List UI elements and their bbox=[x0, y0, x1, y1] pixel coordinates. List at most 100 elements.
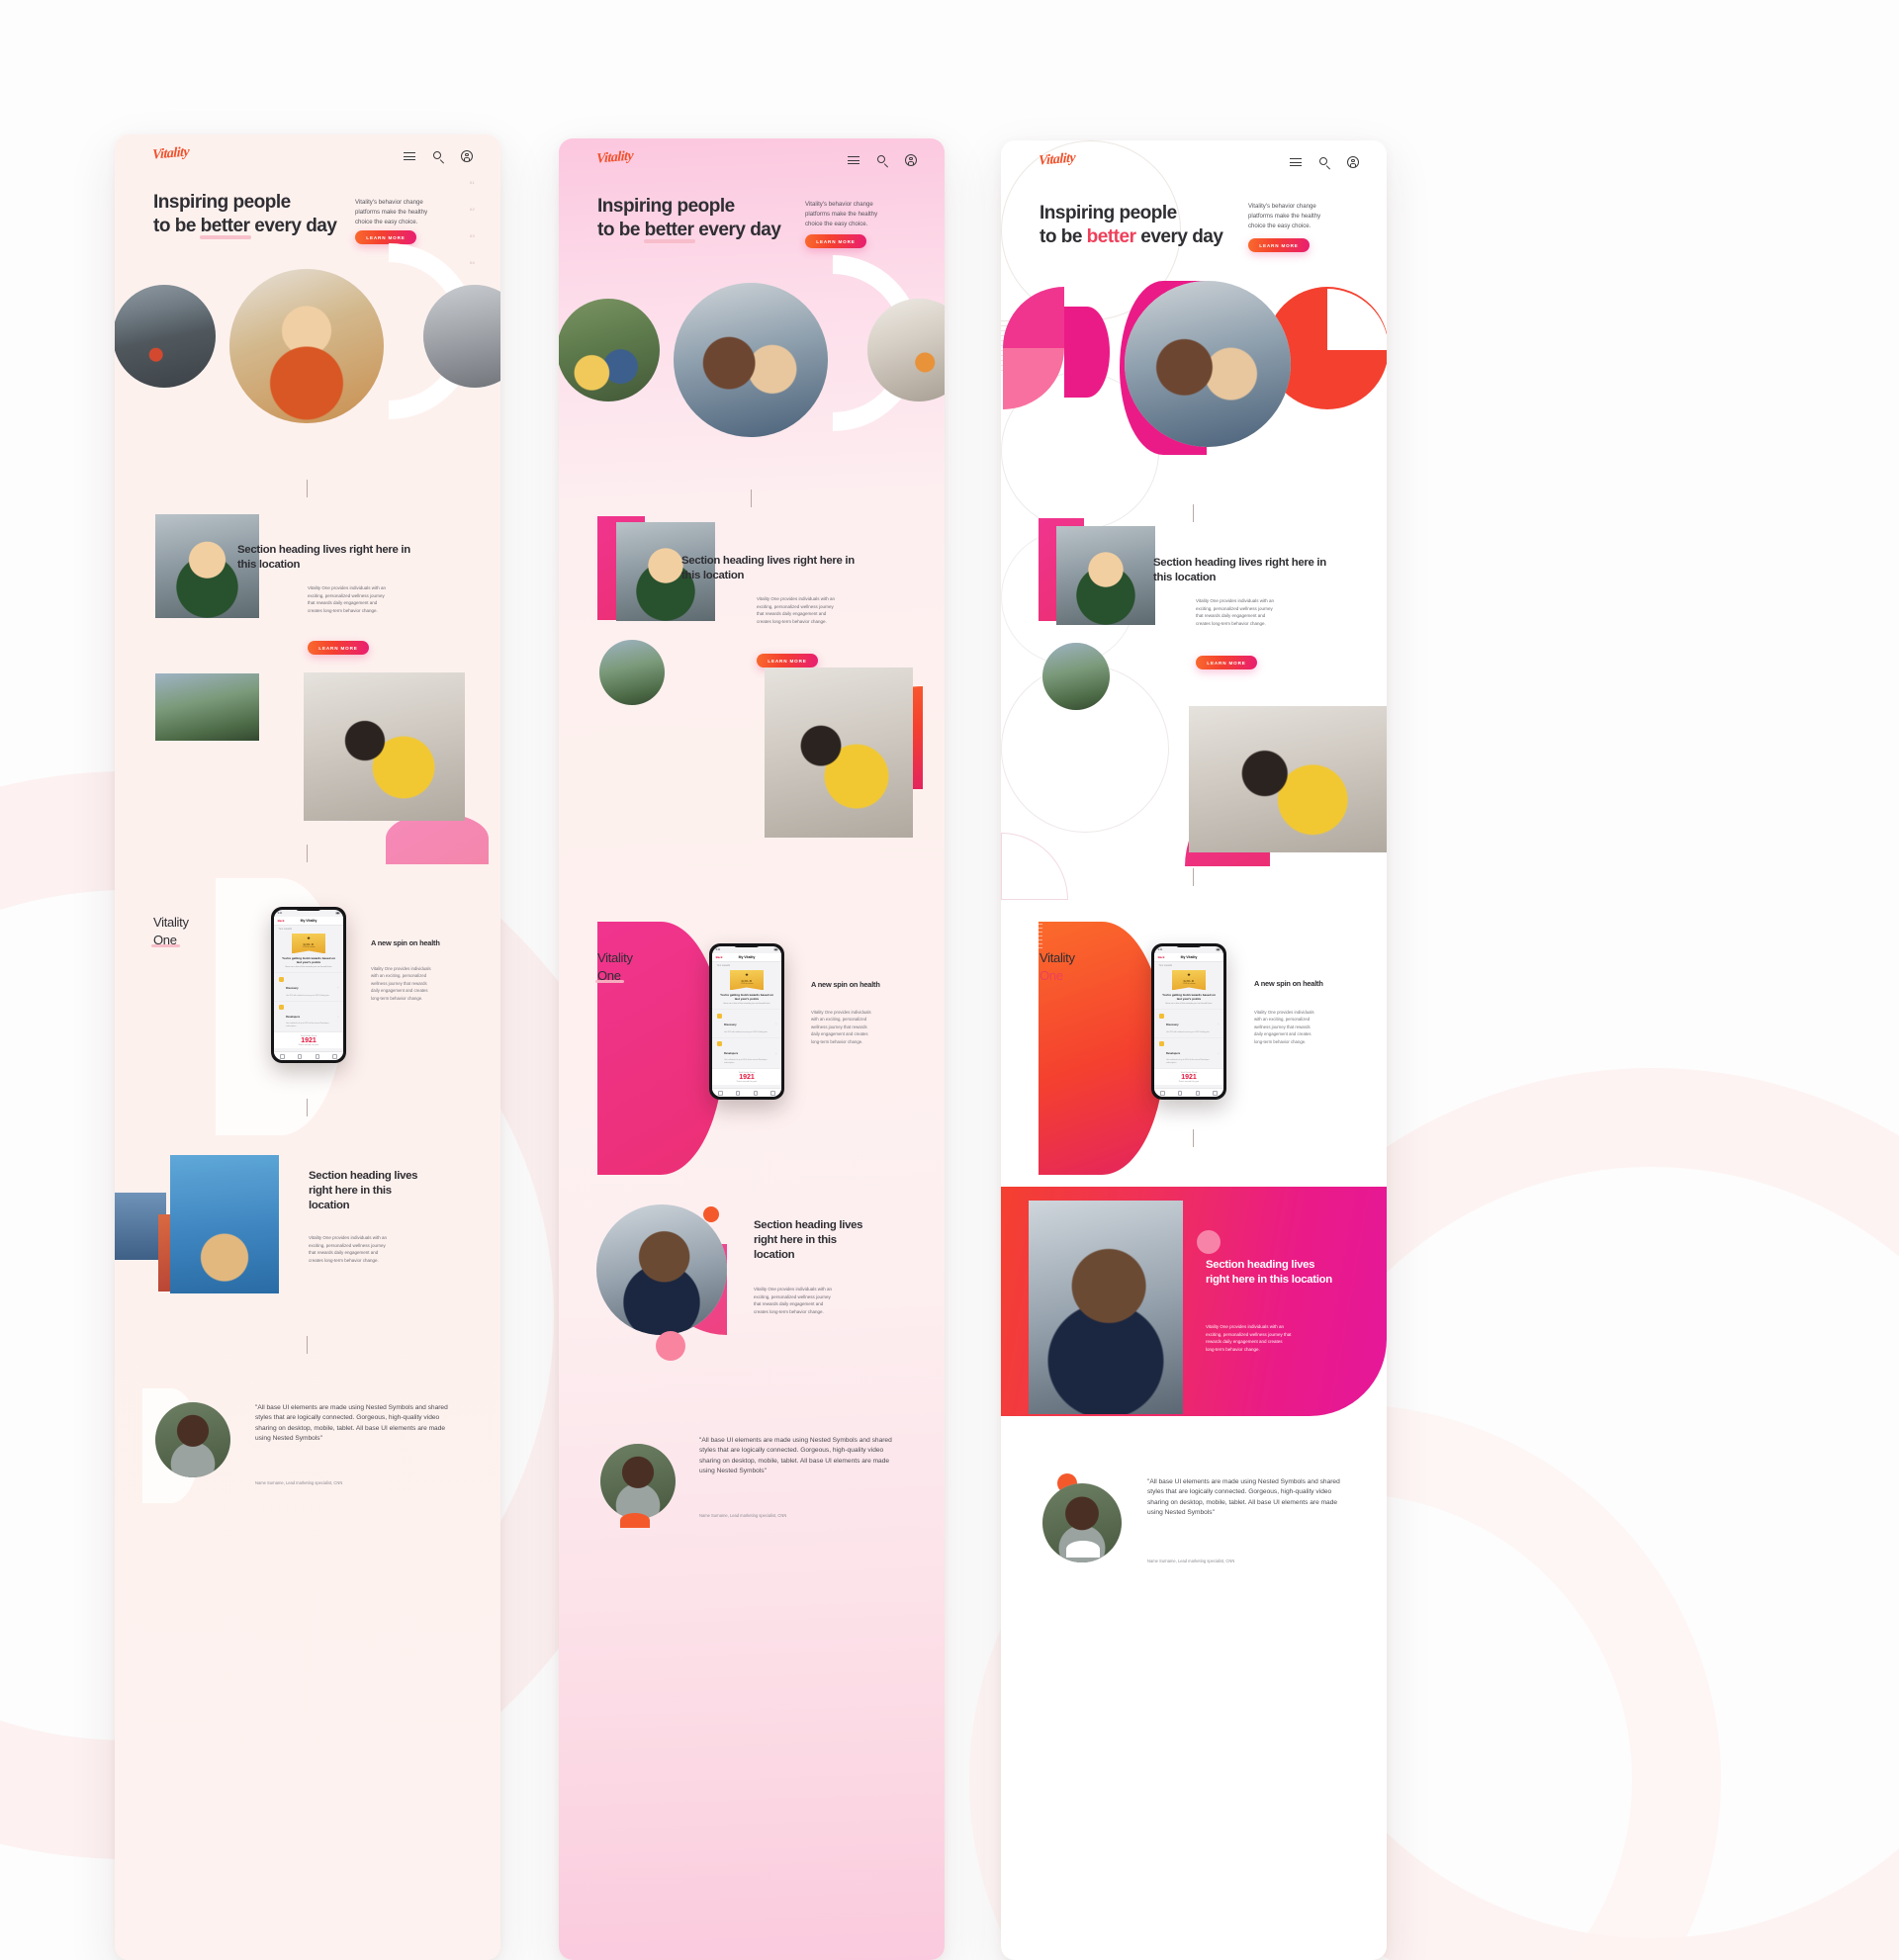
points-sub: Points earned this year bbox=[736, 1081, 758, 1084]
hamburger-icon[interactable] bbox=[848, 154, 859, 166]
hero-line-2-highlight: better bbox=[1086, 226, 1136, 248]
panel1-scroll-ticks: 01 02 03 04 bbox=[470, 180, 475, 265]
panel2-section1-heading: Section heading lives right here in this… bbox=[681, 555, 855, 581]
reward-icon bbox=[1158, 1041, 1164, 1047]
vo-title-line2: One bbox=[151, 932, 180, 948]
brand-logo[interactable]: Vitality bbox=[596, 148, 633, 167]
activity-tab-icon[interactable] bbox=[1195, 1091, 1201, 1096]
chevron-right-icon: › bbox=[337, 1014, 339, 1019]
search-icon[interactable] bbox=[876, 154, 888, 167]
phone-status-badge: ★ GOLD 1 500 to status bbox=[292, 933, 325, 954]
panel1-section1-body: Vitality One provides individuals with a… bbox=[308, 585, 386, 614]
home-tab-icon[interactable] bbox=[718, 1091, 723, 1096]
panel1-divider-2 bbox=[307, 845, 309, 862]
panel2-column-body: Vitality One provides individuals with a… bbox=[811, 1010, 871, 1044]
hero-line-2-post: every day bbox=[693, 220, 781, 241]
account-icon[interactable] bbox=[905, 154, 917, 166]
panel3-topbar: Vitality bbox=[1001, 140, 1387, 194]
phone-tabbar[interactable] bbox=[1153, 1088, 1224, 1098]
phone-reward-row[interactable]: Discovery Get 25% off cashback across you… bbox=[273, 972, 344, 1000]
panel2-section1-cta[interactable]: LEARN MORE bbox=[757, 654, 818, 668]
panel2-section1-body: Vitality One provides individuals with a… bbox=[757, 596, 835, 625]
panel3-divider-3 bbox=[1193, 1129, 1195, 1147]
phone-headline: You're getting Gold rewards based on las… bbox=[1162, 993, 1216, 1002]
panel1-section1-cta[interactable]: LEARN MORE bbox=[308, 641, 369, 655]
points-sub: Points earned this year bbox=[1178, 1081, 1200, 1084]
brand-logo[interactable]: Vitality bbox=[152, 144, 189, 163]
panel2-testimonial-avatar bbox=[600, 1444, 676, 1519]
tick-label: 01 bbox=[469, 180, 475, 185]
brand-logo[interactable]: Vitality bbox=[1039, 150, 1075, 169]
badge-points: 1 500 to status bbox=[1182, 983, 1196, 986]
phone-back-button[interactable]: Back bbox=[1158, 955, 1165, 959]
phone-reward-row[interactable]: Developers Get cashback of up to 20% of t… bbox=[273, 1000, 344, 1031]
panel3-section1-heading: Section heading lives right here in this… bbox=[1153, 557, 1326, 583]
rewards-tab-icon[interactable] bbox=[297, 1054, 303, 1059]
hero-line-2-post: every day bbox=[1135, 226, 1223, 248]
hamburger-icon[interactable] bbox=[404, 150, 415, 162]
panel2-section2-portrait bbox=[596, 1204, 727, 1335]
panel3-divider-2 bbox=[1193, 868, 1195, 886]
phone-status-right: ▮▮▮ bbox=[335, 911, 340, 915]
panel1-divider-3 bbox=[307, 1099, 309, 1116]
reward-icon bbox=[278, 976, 284, 982]
phone-reward-row[interactable]: Discovery Get 25% off cashback across you… bbox=[711, 1009, 782, 1036]
hero-line-2-highlight: better bbox=[643, 219, 696, 243]
hero-line-2-highlight: better bbox=[199, 215, 252, 239]
phone-status-time: 9:41 bbox=[1157, 947, 1163, 951]
panel3-hero-body: Vitality's behavior change platforms mak… bbox=[1248, 203, 1321, 229]
badge-points: 1 500 to status bbox=[302, 946, 316, 949]
reward-icon bbox=[716, 1041, 722, 1047]
tick-label: 03 bbox=[469, 233, 475, 238]
phone-reward-row[interactable]: Discovery Get 25% off cashback across you… bbox=[1153, 1009, 1224, 1036]
reward-desc: Get cashback of up to 20% of the annual … bbox=[286, 1023, 329, 1028]
phone-tabbar[interactable] bbox=[711, 1088, 782, 1098]
phone-back-button[interactable]: Back bbox=[278, 919, 285, 923]
panel3-nav-icons bbox=[1290, 156, 1359, 169]
chevron-right-icon: › bbox=[775, 1050, 777, 1055]
panel3-section2-heading: Section heading lives right here in this… bbox=[1206, 1259, 1332, 1286]
screenshot-canvas: Vitality 01 02 03 04 Inspiring people to… bbox=[0, 0, 1899, 1960]
panel2-vitality-one-title: Vitality One bbox=[595, 949, 633, 984]
more-tab-icon[interactable] bbox=[1213, 1091, 1218, 1096]
phone-back-button[interactable]: Back bbox=[716, 955, 723, 959]
tick-label: 02 bbox=[469, 207, 475, 212]
panel3-athlete-image bbox=[1189, 706, 1387, 852]
badge-star-icon: ★ bbox=[1186, 971, 1192, 977]
account-icon[interactable] bbox=[1347, 156, 1359, 168]
panel3-magenta-half bbox=[1064, 307, 1110, 398]
panel2-athlete-image bbox=[765, 668, 913, 838]
panel1-testimonial-attribution: Name Surname, Lead marketing specialist,… bbox=[255, 1480, 343, 1485]
panel3-section2-portrait bbox=[1029, 1201, 1183, 1414]
phone-reward-row[interactable]: Developers Get cashback of up to 20% of t… bbox=[1153, 1036, 1224, 1068]
rewards-tab-icon[interactable] bbox=[735, 1091, 741, 1096]
panel2-avatar-accent bbox=[620, 1513, 650, 1528]
panel3-hero-cta[interactable]: LEARN MORE bbox=[1248, 238, 1310, 252]
reward-desc: Get 25% off cashback across your 2022 Vi… bbox=[1166, 1030, 1210, 1033]
more-tab-icon[interactable] bbox=[770, 1091, 775, 1096]
panel1-jump-image bbox=[155, 673, 259, 741]
hero-line-2-post: every day bbox=[249, 216, 337, 237]
chevron-right-icon: › bbox=[1218, 1050, 1220, 1055]
home-tab-icon[interactable] bbox=[1160, 1091, 1165, 1096]
home-tab-icon[interactable] bbox=[280, 1054, 285, 1059]
panel1-vitality-one-title: Vitality One bbox=[151, 914, 189, 948]
search-icon[interactable] bbox=[1318, 156, 1330, 169]
panel3-section1-cta[interactable]: LEARN MORE bbox=[1196, 656, 1257, 669]
account-icon[interactable] bbox=[461, 150, 473, 162]
phone-reward-row[interactable]: Developers Get cashback of up to 20% of t… bbox=[711, 1036, 782, 1068]
hero-line-1: Inspiring people bbox=[1040, 203, 1177, 223]
search-icon[interactable] bbox=[432, 150, 444, 163]
phone-subheading: Your rewards bbox=[278, 928, 293, 931]
phone-points-block: Total Vitality Points 1921 Points earned… bbox=[711, 1067, 782, 1086]
hamburger-icon[interactable] bbox=[1290, 156, 1302, 168]
rewards-tab-icon[interactable] bbox=[1177, 1091, 1183, 1096]
activity-tab-icon[interactable] bbox=[753, 1091, 759, 1096]
panel2-hero-cta[interactable]: LEARN MORE bbox=[805, 234, 866, 248]
activity-tab-icon[interactable] bbox=[315, 1054, 320, 1059]
badge-star-icon: ★ bbox=[744, 971, 750, 977]
phone-status-right: ▮▮▮ bbox=[1216, 947, 1221, 951]
panel2-divider-1 bbox=[751, 490, 753, 507]
phone-tabbar[interactable] bbox=[273, 1051, 344, 1061]
more-tab-icon[interactable] bbox=[332, 1054, 337, 1059]
